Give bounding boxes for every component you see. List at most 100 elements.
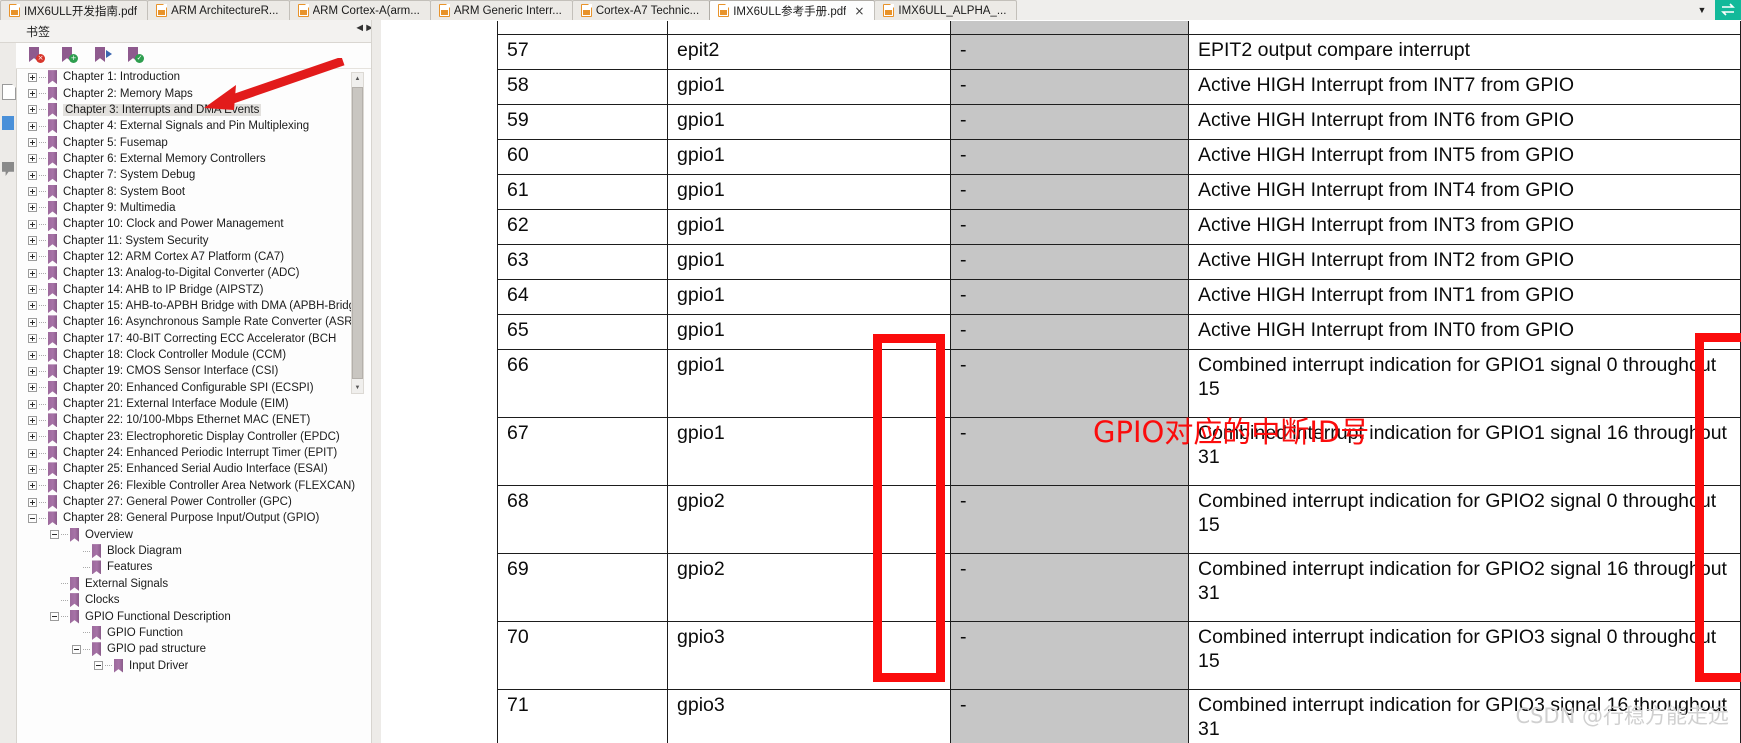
collapse-node-icon[interactable] bbox=[94, 661, 103, 671]
goto-bookmark-icon[interactable] bbox=[94, 47, 112, 64]
expand-node-icon[interactable] bbox=[28, 170, 37, 180]
bookmark-tree-item[interactable]: GPIO Functional Description bbox=[16, 608, 364, 624]
collapse-node-icon[interactable] bbox=[28, 513, 37, 523]
expand-node-icon[interactable] bbox=[28, 383, 37, 393]
document-tab-0[interactable]: IMX6ULL开发指南.pdf bbox=[0, 0, 149, 20]
expand-node-icon[interactable] bbox=[28, 334, 37, 344]
expand-node-icon[interactable] bbox=[28, 448, 37, 458]
scrollbar-thumb[interactable] bbox=[352, 87, 363, 379]
add-bookmark-icon[interactable]: + bbox=[61, 47, 78, 64]
delete-bookmark-icon[interactable]: × bbox=[28, 47, 45, 64]
bookmark-tree-item[interactable]: Chapter 1: Introduction bbox=[16, 69, 364, 85]
table-row: 57 epit2- EPIT2 output compare interrupt bbox=[497, 34, 1741, 70]
bookmark-tree-item[interactable]: Chapter 7: System Debug bbox=[16, 167, 364, 183]
bookmark-tree-item[interactable]: Chapter 3: Interrupts and DMA Events bbox=[16, 102, 364, 118]
bookmark-flag-icon bbox=[48, 200, 57, 215]
expand-node-icon[interactable] bbox=[28, 497, 37, 507]
expand-node-icon[interactable] bbox=[28, 432, 37, 442]
bookmark-tree-item[interactable]: Features bbox=[16, 559, 364, 575]
bookmark-tree-item[interactable]: Chapter 18: Clock Controller Module (CCM… bbox=[16, 347, 364, 363]
bookmark-tree-scrollbar[interactable]: ▲ ▼ bbox=[351, 72, 364, 394]
expand-node-icon[interactable] bbox=[28, 415, 37, 425]
expand-node-icon[interactable] bbox=[28, 350, 37, 360]
bookmark-tree-item[interactable]: Chapter 22: 10/100-Mbps Ethernet MAC (EN… bbox=[16, 412, 364, 428]
expand-node-icon[interactable] bbox=[28, 203, 37, 213]
expand-node-icon[interactable] bbox=[28, 481, 37, 491]
expand-node-icon[interactable] bbox=[28, 285, 37, 295]
sync-icon[interactable] bbox=[1715, 0, 1741, 20]
expand-node-icon[interactable] bbox=[28, 187, 37, 197]
document-tab-6[interactable]: IMX6ULL_ALPHA_... bbox=[874, 0, 1018, 20]
document-tab-5[interactable]: IMX6ULL参考手册.pdf × bbox=[709, 0, 876, 20]
expand-node-icon[interactable] bbox=[28, 399, 37, 409]
bookmark-tree-item[interactable]: Chapter 10: Clock and Power Management bbox=[16, 216, 364, 232]
thumbnails-rail-icon[interactable] bbox=[2, 84, 16, 100]
bookmark-tree-item[interactable]: Chapter 20: Enhanced Configurable SPI (E… bbox=[16, 380, 364, 396]
expand-node-icon[interactable] bbox=[28, 236, 37, 246]
expand-node-icon[interactable] bbox=[28, 464, 37, 474]
scroll-down-icon[interactable]: ▼ bbox=[352, 382, 363, 393]
table-cell-source-module: gpio1 bbox=[667, 69, 951, 105]
bookmark-tree-item[interactable]: Chapter 12: ARM Cortex A7 Platform (CA7) bbox=[16, 249, 364, 265]
expand-node-icon[interactable] bbox=[28, 121, 37, 131]
bookmark-tree-item[interactable]: Chapter 24: Enhanced Periodic Interrupt … bbox=[16, 445, 364, 461]
chevron-down-icon[interactable]: ▼ bbox=[1689, 0, 1715, 20]
tree-connector bbox=[39, 485, 47, 487]
expand-node-icon[interactable] bbox=[28, 72, 37, 82]
edit-bookmark-icon[interactable]: ✓ bbox=[127, 47, 144, 64]
bookmark-tree-item[interactable]: External Signals bbox=[16, 576, 364, 592]
expand-node-icon[interactable] bbox=[28, 154, 37, 164]
bookmark-tree-item[interactable]: Chapter 21: External Interface Module (E… bbox=[16, 396, 364, 412]
document-tab-1[interactable]: ARM ArchitectureR... bbox=[147, 0, 290, 20]
bookmark-tree-item-label: Chapter 10: Clock and Power Management bbox=[63, 218, 284, 231]
bookmark-tree-item[interactable]: Chapter 2: Memory Maps bbox=[16, 85, 364, 101]
expand-node-icon[interactable] bbox=[28, 89, 37, 99]
tab-bookmarks[interactable]: 书签 bbox=[16, 20, 61, 42]
bookmark-tree-item[interactable]: Chapter 9: Multimedia bbox=[16, 200, 364, 216]
bookmark-tree-item[interactable]: Chapter 27: General Power Controller (GP… bbox=[16, 494, 364, 510]
expand-node-icon[interactable] bbox=[28, 366, 37, 376]
bookmark-tree-item[interactable]: Chapter 19: CMOS Sensor Interface (CSI) bbox=[16, 363, 364, 379]
bookmark-tree-item[interactable]: Chapter 17: 40-BIT Correcting ECC Accele… bbox=[16, 331, 364, 347]
collapse-node-icon[interactable] bbox=[72, 644, 81, 654]
pdf-page-viewport[interactable]: 57 epit2- EPIT2 output compare interrupt 58… bbox=[381, 20, 1741, 743]
bookmark-tree[interactable]: Chapter 1: Introduction Chapter 2: Memory… bbox=[16, 69, 364, 743]
bookmark-tree-item[interactable]: Chapter 25: Enhanced Serial Audio Interf… bbox=[16, 461, 364, 477]
document-tab-3[interactable]: ARM Generic Interr... bbox=[429, 0, 573, 20]
bookmark-tree-item[interactable]: Chapter 4: External Signals and Pin Mult… bbox=[16, 118, 364, 134]
expand-node-icon[interactable] bbox=[28, 219, 37, 229]
collapse-node-icon[interactable] bbox=[50, 530, 59, 540]
expand-node-icon[interactable] bbox=[28, 105, 37, 115]
bookmark-tree-item[interactable]: Chapter 6: External Memory Controllers bbox=[16, 151, 364, 167]
bookmark-tree-item[interactable]: Chapter 5: Fusemap bbox=[16, 134, 364, 150]
bookmarks-rail-icon[interactable] bbox=[2, 116, 14, 130]
document-tab-4[interactable]: Cortex-A7 Technic... bbox=[571, 0, 711, 20]
scroll-up-icon[interactable]: ▲ bbox=[352, 73, 363, 84]
bookmark-tree-item[interactable]: Chapter 28: General Purpose Input/Output… bbox=[16, 510, 364, 526]
expand-node-icon[interactable] bbox=[28, 317, 37, 327]
expand-node-icon[interactable] bbox=[28, 252, 37, 262]
bookmark-tree-item[interactable]: Chapter 13: Analog-to-Digital Converter … bbox=[16, 265, 364, 281]
bookmark-tree-item[interactable]: GPIO Function bbox=[16, 625, 364, 641]
comments-rail-icon[interactable] bbox=[2, 162, 14, 176]
bookmark-tree-item[interactable]: Overview bbox=[16, 527, 364, 543]
bookmark-tree-item[interactable]: Chapter 16: Asynchronous Sample Rate Con… bbox=[16, 314, 364, 330]
document-tab-2[interactable]: ARM Cortex-A(arm... bbox=[288, 0, 431, 20]
bookmark-tree-item[interactable]: Chapter 26: Flexible Controller Area Net… bbox=[16, 478, 364, 494]
bookmark-tree-item[interactable]: Block Diagram bbox=[16, 543, 364, 559]
expand-node-icon[interactable] bbox=[28, 138, 37, 148]
bookmark-tree-item[interactable]: Chapter 15: AHB-to-APBH Bridge with DMA … bbox=[16, 298, 364, 314]
bookmark-tree-item[interactable]: Chapter 14: AHB to IP Bridge (AIPSTZ) bbox=[16, 281, 364, 297]
bookmark-tree-item[interactable]: Input Driver bbox=[16, 657, 364, 673]
bookmark-tree-item[interactable]: Clocks bbox=[16, 592, 364, 608]
bookmark-tree-item[interactable]: Chapter 23: Electrophoretic Display Cont… bbox=[16, 429, 364, 445]
bookmark-tree-item[interactable]: Chapter 8: System Boot bbox=[16, 183, 364, 199]
tree-connector bbox=[39, 207, 47, 209]
expand-node-icon[interactable] bbox=[28, 268, 37, 278]
close-icon[interactable]: × bbox=[854, 5, 864, 17]
collapse-node-icon[interactable] bbox=[50, 612, 59, 622]
bookmark-tree-item[interactable]: Chapter 11: System Security bbox=[16, 232, 364, 248]
bookmark-tree-item[interactable]: GPIO pad structure bbox=[16, 641, 364, 657]
expand-node-icon[interactable] bbox=[28, 301, 37, 311]
bookmark-tree-item-label: Chapter 11: System Security bbox=[63, 234, 209, 247]
